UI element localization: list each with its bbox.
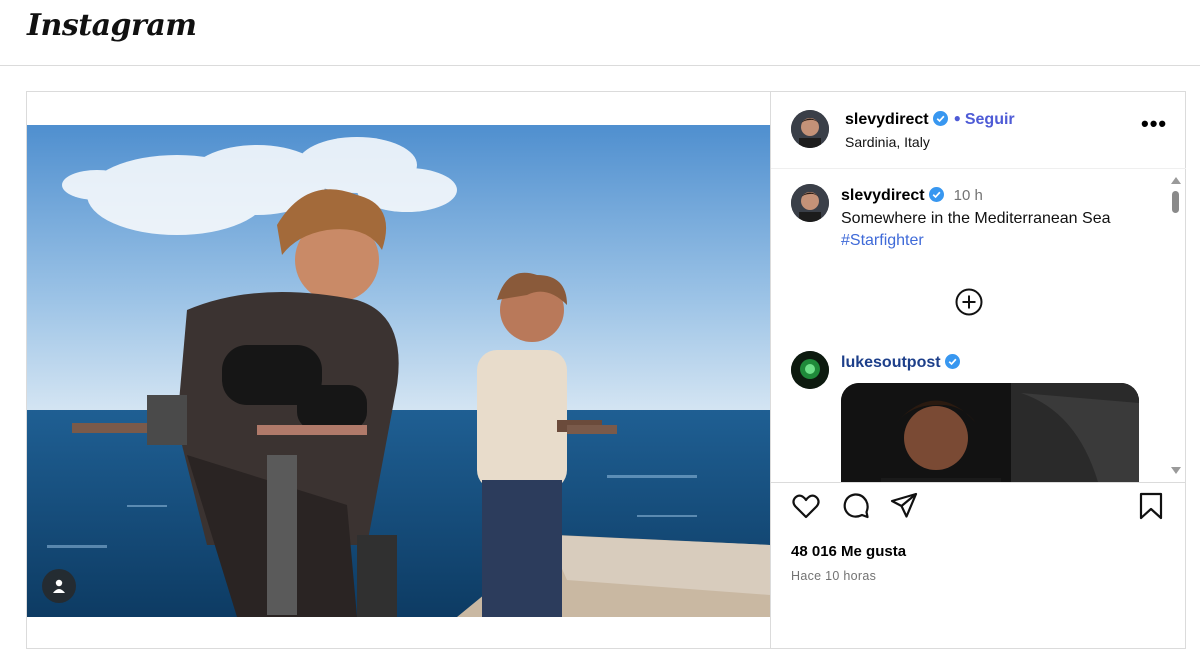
caption-username[interactable]: slevydirect	[841, 187, 925, 204]
post-timestamp[interactable]: Hace 10 horas	[791, 569, 876, 583]
caption-avatar-image	[791, 184, 829, 222]
caption-hashtag[interactable]: #Starfighter	[841, 232, 924, 250]
scroll-thumb[interactable]	[1172, 191, 1179, 213]
more-options-icon[interactable]: •••	[1141, 113, 1166, 137]
reply-media[interactable]	[841, 383, 1139, 482]
instagram-logo[interactable]: Instagram	[27, 8, 197, 43]
like-count[interactable]: 48 016 Me gusta	[791, 543, 906, 560]
scroll-up-arrow[interactable]	[1171, 177, 1181, 184]
comment-icon[interactable]	[841, 491, 871, 521]
caption-header: slevydirect 10 h	[841, 187, 983, 205]
verified-badge-icon	[944, 354, 960, 369]
top-bar: Instagram	[0, 0, 1200, 66]
user-tag-icon	[53, 579, 65, 593]
author-avatar-image	[791, 110, 829, 148]
tag-user-button[interactable]	[42, 569, 76, 603]
post-actions: 48 016 Me gusta Hace 10 horas	[771, 483, 1186, 603]
photo-illustration	[27, 125, 770, 617]
comments-scrollbar[interactable]	[1169, 169, 1183, 482]
share-icon[interactable]	[889, 491, 919, 521]
post-photo[interactable]	[27, 125, 770, 617]
caption-text: Somewhere in the Mediterranean Sea	[841, 210, 1111, 227]
caption-time: 10 h	[953, 187, 983, 204]
comments-section[interactable]: slevydirect 10 h Somewhere in the Mediter…	[771, 169, 1186, 483]
post-sidebar: slevydirect ● Seguir Sardinia, Italy ••• s…	[770, 92, 1186, 648]
verified-badge-icon	[928, 187, 944, 202]
reply-username[interactable]: lukesoutpost	[841, 354, 941, 371]
plus-circle-icon[interactable]	[954, 287, 984, 317]
reply-header: lukesoutpost	[841, 354, 960, 372]
reply-media-image	[841, 383, 1139, 482]
author-line: slevydirect ● Seguir	[845, 111, 1015, 129]
follow-button[interactable]: Seguir	[965, 111, 1015, 128]
post-header: slevydirect ● Seguir Sardinia, Italy •••	[771, 92, 1186, 169]
caption-avatar[interactable]	[791, 184, 829, 222]
heart-icon[interactable]	[791, 491, 821, 521]
post-card: slevydirect ● Seguir Sardinia, Italy ••• s…	[26, 91, 1186, 649]
scroll-down-arrow[interactable]	[1171, 467, 1181, 474]
reply-avatar[interactable]	[791, 351, 829, 389]
bookmark-icon[interactable]	[1136, 491, 1166, 521]
separator-dot: ●	[953, 111, 961, 125]
verified-badge-icon	[932, 111, 948, 126]
author-username[interactable]: slevydirect	[845, 111, 929, 128]
post-location[interactable]: Sardinia, Italy	[845, 134, 930, 150]
author-avatar[interactable]	[791, 110, 829, 148]
reply-avatar-image	[791, 351, 829, 389]
